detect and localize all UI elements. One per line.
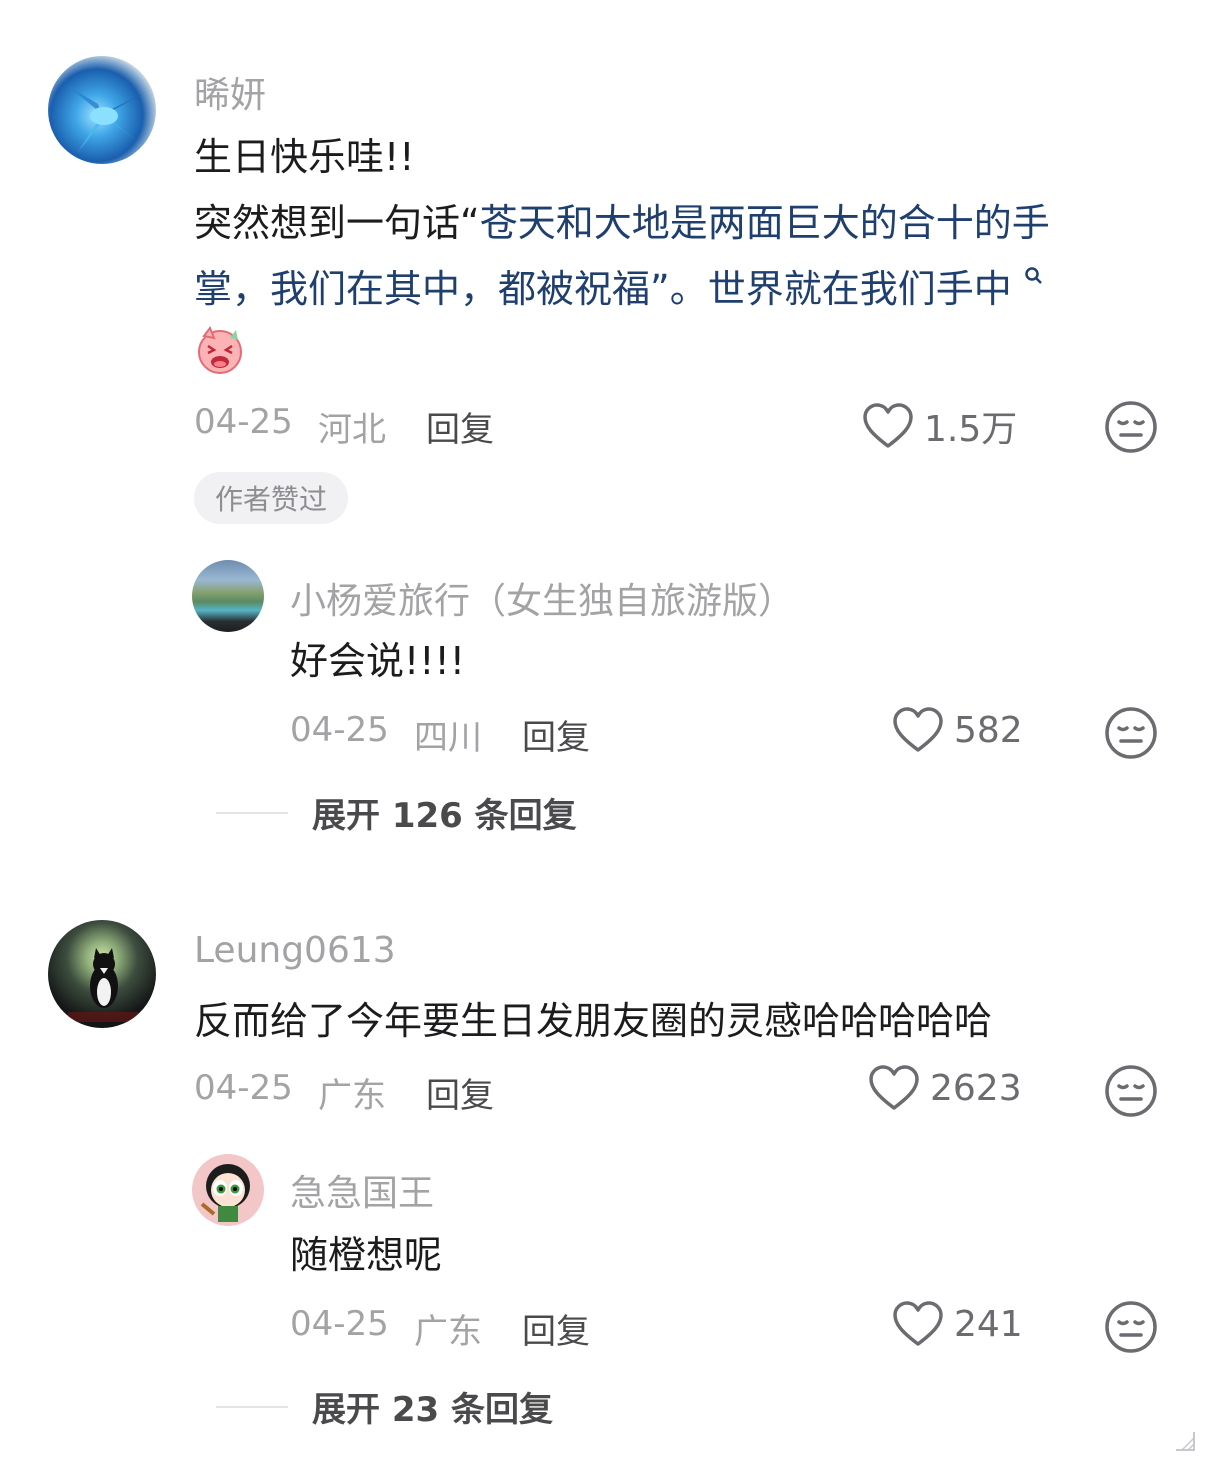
laughing-pig-emoji bbox=[194, 324, 246, 376]
comment-text-line: 生日快乐哇!! bbox=[194, 135, 415, 179]
comment-location: 四川 bbox=[414, 718, 482, 758]
like-count: 241 bbox=[954, 1303, 1023, 1345]
expand-replies-label: 展开 23 条回复 bbox=[312, 1390, 553, 1430]
comment-date: 04-25 bbox=[194, 402, 293, 442]
comment-text-line: 掌，我们在其中，都被祝福”。世界就在我们手中 bbox=[194, 256, 1044, 322]
heart-icon bbox=[893, 1301, 943, 1346]
avatar[interactable] bbox=[192, 1154, 264, 1226]
quote-link[interactable]: 掌，我们在其中，都被祝福 bbox=[194, 267, 650, 311]
comment-text: 反而给了今年要生日发朋友圈的灵感哈哈哈哈哈 bbox=[194, 999, 993, 1043]
expand-replies-label: 展开 126 条回复 bbox=[312, 796, 577, 836]
heart-icon bbox=[893, 707, 943, 752]
comment-author[interactable]: 晞妍 bbox=[194, 66, 266, 118]
like-button[interactable]: 241 bbox=[892, 1300, 1023, 1348]
like-count: 582 bbox=[954, 709, 1023, 751]
search-icon[interactable] bbox=[1024, 266, 1044, 288]
like-button[interactable]: 1.5万 bbox=[862, 400, 1017, 452]
comment-date: 04-25 bbox=[290, 710, 389, 750]
reply-button[interactable]: 回复 bbox=[426, 402, 494, 451]
avatar[interactable] bbox=[48, 920, 156, 1028]
like-button[interactable]: 582 bbox=[892, 706, 1023, 754]
dislike-face-icon[interactable] bbox=[1104, 1064, 1158, 1118]
comment-author[interactable]: Leung0613 bbox=[194, 930, 396, 971]
divider bbox=[216, 1405, 288, 1408]
dislike-face-icon[interactable] bbox=[1104, 706, 1158, 760]
comment-author[interactable]: 小杨爱旅行（女生独自旅游版） bbox=[290, 572, 794, 624]
expand-replies-button[interactable]: 展开 23 条回复 bbox=[216, 1382, 553, 1431]
reply-button[interactable]: 回复 bbox=[426, 1068, 494, 1117]
scroll-corner-icon[interactable] bbox=[1174, 1430, 1196, 1452]
comment-text: 好会说!!!! bbox=[290, 639, 465, 683]
like-count: 2623 bbox=[930, 1067, 1022, 1109]
comment-text: 随橙想呢 bbox=[290, 1233, 443, 1277]
comment-date: 04-25 bbox=[290, 1304, 389, 1344]
like-button[interactable]: 2623 bbox=[868, 1064, 1022, 1112]
heart-icon bbox=[869, 1065, 919, 1110]
like-count: 1.5万 bbox=[924, 409, 1018, 450]
reply-button[interactable]: 回复 bbox=[522, 710, 590, 759]
dislike-face-icon[interactable] bbox=[1104, 400, 1158, 454]
comment-location: 广东 bbox=[414, 1312, 482, 1352]
comment-author[interactable]: 急急国王 bbox=[290, 1164, 434, 1216]
reply-button[interactable]: 回复 bbox=[522, 1304, 590, 1353]
dislike-face-icon[interactable] bbox=[1104, 1300, 1158, 1354]
expand-replies-button[interactable]: 展开 126 条回复 bbox=[216, 788, 577, 837]
comment-text-line: 突然想到一句话“苍天和大地是两面巨大的合十的手 bbox=[194, 190, 1050, 256]
comment-date: 04-25 bbox=[194, 1068, 293, 1108]
quote-link[interactable]: 苍天和大地是两面巨大的合十的手 bbox=[480, 201, 1050, 245]
cat-icon bbox=[68, 948, 138, 1022]
comment-text-plain: 突然想到一句话“ bbox=[194, 201, 480, 245]
comment-location: 河北 bbox=[318, 410, 386, 450]
flower-icon bbox=[68, 86, 146, 152]
heart-icon bbox=[863, 403, 913, 448]
avatar[interactable] bbox=[192, 560, 264, 632]
comment-location: 广东 bbox=[318, 1076, 386, 1116]
comment-text-tail: ”。世界就在我们手中 bbox=[650, 267, 1012, 311]
avatar[interactable] bbox=[48, 56, 156, 164]
divider bbox=[216, 811, 288, 814]
author-liked-badge: 作者赞过 bbox=[194, 472, 348, 524]
cartoon-girl-icon bbox=[200, 1164, 250, 1222]
